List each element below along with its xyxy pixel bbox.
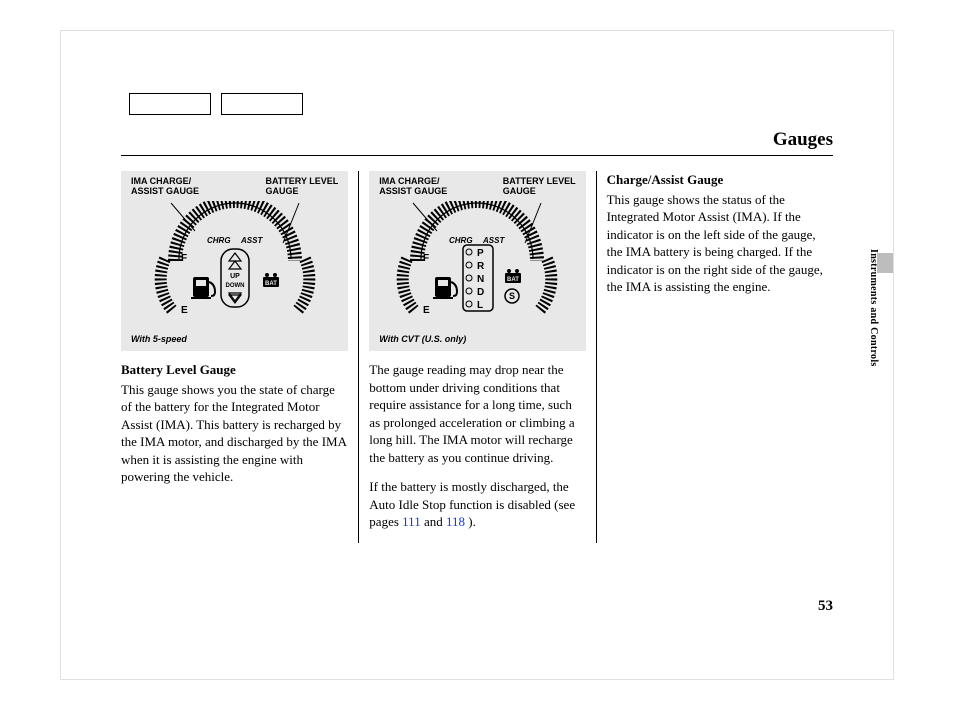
gauge-diagram-cvt: IMA CHARGE/ ASSIST GAUGE BATTERY LEVEL G… bbox=[369, 171, 585, 351]
diagram-caption: With CVT (U.S. only) bbox=[379, 333, 466, 345]
gauge-cluster-icon: CHRG ASST F E bbox=[135, 201, 335, 331]
svg-text:DOWN: DOWN bbox=[225, 283, 244, 289]
gauge-cluster-icon: CHRG ASST F E BAT bbox=[377, 201, 577, 331]
diagram-caption: With 5-speed bbox=[131, 333, 187, 345]
diagram-label-battery: BATTERY LEVEL GAUGE bbox=[265, 177, 338, 197]
page-header: Gauges bbox=[121, 129, 833, 156]
page-link-111[interactable]: 111 bbox=[402, 514, 421, 529]
svg-text:CHRG: CHRG bbox=[207, 236, 231, 245]
content-columns: IMA CHARGE/ ASSIST GAUGE BATTERY LEVEL G… bbox=[121, 171, 833, 543]
fuel-pump-icon bbox=[433, 277, 457, 299]
svg-text:CHRG: CHRG bbox=[449, 236, 473, 245]
battery-icon: BAT bbox=[263, 273, 279, 287]
section-tab bbox=[877, 253, 893, 273]
section-label: Instruments and Controls bbox=[868, 249, 879, 367]
section-title-charge-assist: Charge/Assist Gauge bbox=[607, 171, 833, 189]
section-title-battery: Battery Level Gauge bbox=[121, 361, 348, 379]
body-text: This gauge shows the status of the Integ… bbox=[607, 191, 833, 296]
svg-text:ASST: ASST bbox=[482, 236, 505, 245]
battery-icon: BAT bbox=[505, 269, 521, 283]
svg-text:S: S bbox=[509, 291, 515, 301]
diagram-label-ima: IMA CHARGE/ ASSIST GAUGE bbox=[131, 177, 199, 197]
svg-text:F: F bbox=[181, 253, 187, 264]
svg-text:R: R bbox=[477, 261, 485, 272]
page-link-118[interactable]: 118 bbox=[446, 514, 465, 529]
body-text: If the battery is mostly discharged, the… bbox=[369, 478, 585, 531]
placeholder-box bbox=[129, 93, 211, 115]
page-title: Gauges bbox=[773, 129, 833, 150]
gauge-diagram-5speed: IMA CHARGE/ ASSIST GAUGE BATTERY LEVEL G… bbox=[121, 171, 348, 351]
svg-text:L: L bbox=[477, 300, 483, 311]
svg-text:BAT: BAT bbox=[265, 281, 277, 287]
svg-text:BAT: BAT bbox=[507, 277, 519, 283]
diagram-label-ima: IMA CHARGE/ ASSIST GAUGE bbox=[379, 177, 447, 197]
svg-text:UP: UP bbox=[230, 273, 240, 280]
svg-text:N: N bbox=[477, 274, 484, 285]
diagram-label-battery: BATTERY LEVEL GAUGE bbox=[503, 177, 576, 197]
s-mode-icon: S bbox=[505, 289, 519, 303]
svg-text:D: D bbox=[477, 287, 484, 298]
svg-text:E: E bbox=[423, 305, 430, 316]
placeholder-box bbox=[221, 93, 303, 115]
page-number: 53 bbox=[818, 598, 833, 615]
column-1: IMA CHARGE/ ASSIST GAUGE BATTERY LEVEL G… bbox=[121, 171, 358, 543]
svg-text:ASST: ASST bbox=[240, 236, 263, 245]
fuel-pump-icon bbox=[191, 277, 215, 299]
column-3: Charge/Assist Gauge This gauge shows the… bbox=[596, 171, 833, 543]
column-2: IMA CHARGE/ ASSIST GAUGE BATTERY LEVEL G… bbox=[358, 171, 595, 543]
svg-text:P: P bbox=[477, 248, 484, 259]
svg-text:F: F bbox=[423, 253, 429, 264]
body-text: This gauge shows you the state of charge… bbox=[121, 381, 348, 486]
manual-page: Gauges IMA CHARGE/ ASSIST GAUGE BATTERY … bbox=[60, 30, 894, 680]
body-text: The gauge reading may drop near the bott… bbox=[369, 361, 585, 466]
top-placeholder-boxes bbox=[129, 93, 303, 115]
svg-text:E: E bbox=[181, 305, 188, 316]
